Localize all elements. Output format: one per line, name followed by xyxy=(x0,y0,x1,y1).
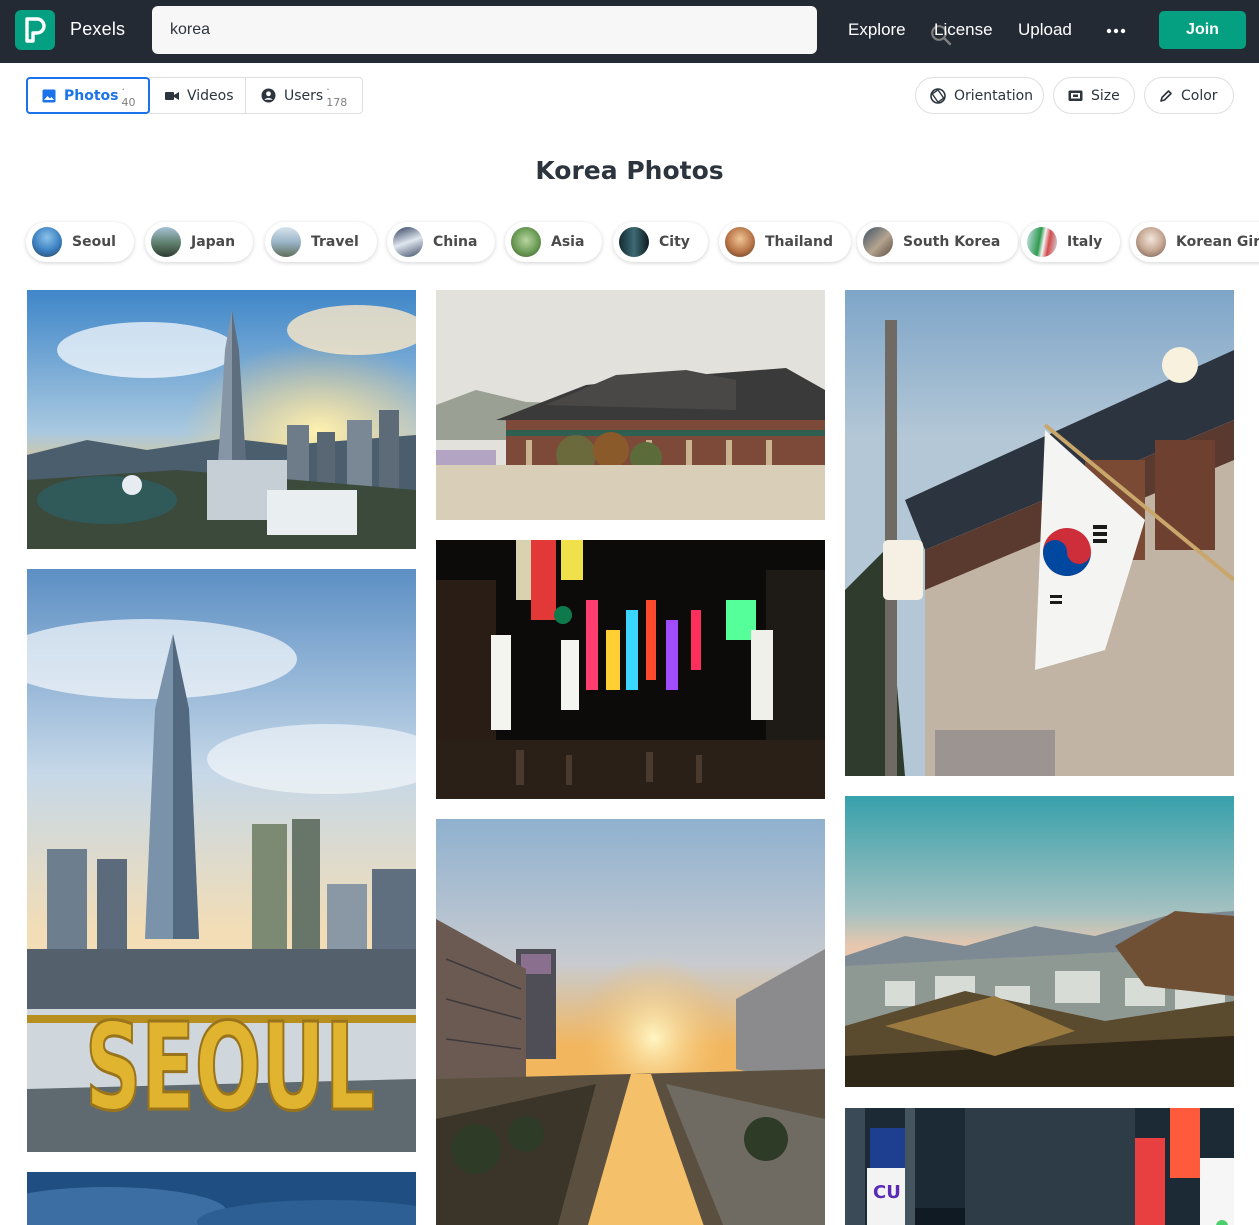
filter-label: Size xyxy=(1091,87,1120,104)
photo-image xyxy=(436,819,825,1225)
photo-palace-hanok[interactable] xyxy=(436,290,825,520)
photo-image xyxy=(27,1172,416,1225)
photo-image: SEOUL xyxy=(27,569,416,1152)
photo-image xyxy=(845,290,1234,776)
chip-label: Japan xyxy=(191,234,236,250)
color-filter[interactable]: Color xyxy=(1144,77,1234,114)
photo-image xyxy=(27,290,416,549)
photo-korean-flag-hanok[interactable] xyxy=(845,290,1234,776)
tab-count: · 178 xyxy=(326,82,348,109)
chip-thumbnail xyxy=(393,227,423,257)
orientation-filter[interactable]: Orientation xyxy=(915,77,1044,114)
chip-thumbnail xyxy=(619,227,649,257)
photo-seoul-sign-tower[interactable]: SEOUL xyxy=(27,569,416,1152)
photo-lotte-tower-skyline[interactable] xyxy=(27,290,416,549)
chip-asia[interactable]: Asia xyxy=(505,222,603,262)
svg-text:SEOUL: SEOUL xyxy=(85,999,375,1138)
svg-text:CU: CU xyxy=(873,1182,901,1203)
chip-label: Asia xyxy=(551,234,585,250)
photo-image xyxy=(845,796,1234,1087)
tab-label: Videos xyxy=(187,87,234,104)
chip-south-korea[interactable]: South Korea xyxy=(857,222,1019,262)
media-type-tabs: Photos · 40 Videos Users · 178 xyxy=(26,77,363,114)
page-title: Korea Photos xyxy=(535,156,724,185)
photo-cheonggyecheon-sunset[interactable] xyxy=(436,819,825,1225)
chip-seoul[interactable]: Seoul xyxy=(26,222,134,262)
pen-icon xyxy=(1159,89,1173,103)
chip-thumbnail xyxy=(511,227,541,257)
chip-thumbnail xyxy=(863,227,893,257)
chip-italy[interactable]: Italy xyxy=(1021,222,1121,262)
chip-city[interactable]: City xyxy=(613,222,708,262)
chip-thumbnail xyxy=(725,227,755,257)
chip-thumbnail xyxy=(271,227,301,257)
orientation-icon xyxy=(930,87,946,104)
top-navbar: Pexels Explore License Upload Join xyxy=(0,0,1259,63)
user-circle-icon xyxy=(261,88,276,103)
size-icon xyxy=(1068,89,1083,102)
chip-label: South Korea xyxy=(903,234,1001,250)
search-bar xyxy=(152,6,952,54)
pexels-logo-icon[interactable] xyxy=(15,10,55,50)
chip-korean-girl[interactable]: Korean Girl xyxy=(1130,222,1259,262)
video-camera-icon xyxy=(165,90,179,102)
more-options-icon[interactable] xyxy=(1106,28,1126,34)
tab-count: · 40 xyxy=(121,82,136,109)
chip-label: Korean Girl xyxy=(1176,234,1259,250)
chip-thailand[interactable]: Thailand xyxy=(719,222,851,262)
chip-japan[interactable]: Japan xyxy=(145,222,254,262)
image-icon xyxy=(42,89,56,103)
chip-thumbnail xyxy=(32,227,62,257)
chip-label: Seoul xyxy=(72,234,116,250)
photo-blue-sky[interactable] xyxy=(27,1172,416,1225)
search-input[interactable] xyxy=(152,6,762,54)
chip-thumbnail xyxy=(1027,227,1057,257)
photo-rainy-street-signs[interactable]: CU xyxy=(845,1108,1234,1225)
chip-thumbnail xyxy=(1136,227,1166,257)
chip-thumbnail xyxy=(151,227,181,257)
license-link[interactable]: License xyxy=(934,20,993,40)
chip-label: China xyxy=(433,234,478,250)
photo-neon-street-night[interactable] xyxy=(436,540,825,799)
explore-link[interactable]: Explore xyxy=(848,20,906,40)
tab-photos[interactable]: Photos · 40 xyxy=(26,77,150,114)
chip-label: Italy xyxy=(1067,234,1103,250)
join-button[interactable]: Join xyxy=(1159,11,1246,49)
chip-label: City xyxy=(659,234,690,250)
chip-label: Thailand xyxy=(765,234,833,250)
chip-label: Travel xyxy=(311,234,359,250)
photo-image xyxy=(436,290,825,520)
photo-image: CU xyxy=(845,1108,1234,1225)
filter-label: Orientation xyxy=(954,87,1034,104)
chip-travel[interactable]: Travel xyxy=(265,222,377,262)
brand-name[interactable]: Pexels xyxy=(70,19,125,40)
tab-label: Photos xyxy=(64,87,119,104)
tab-label: Users xyxy=(284,87,324,104)
photo-image xyxy=(436,540,825,799)
chip-china[interactable]: China xyxy=(387,222,496,262)
tab-videos[interactable]: Videos xyxy=(149,77,246,114)
photo-city-valley-mountains[interactable] xyxy=(845,796,1234,1087)
size-filter[interactable]: Size xyxy=(1053,77,1135,114)
upload-link[interactable]: Upload xyxy=(1018,20,1072,40)
filter-label: Color xyxy=(1181,87,1218,104)
tab-users[interactable]: Users · 178 xyxy=(245,77,363,114)
